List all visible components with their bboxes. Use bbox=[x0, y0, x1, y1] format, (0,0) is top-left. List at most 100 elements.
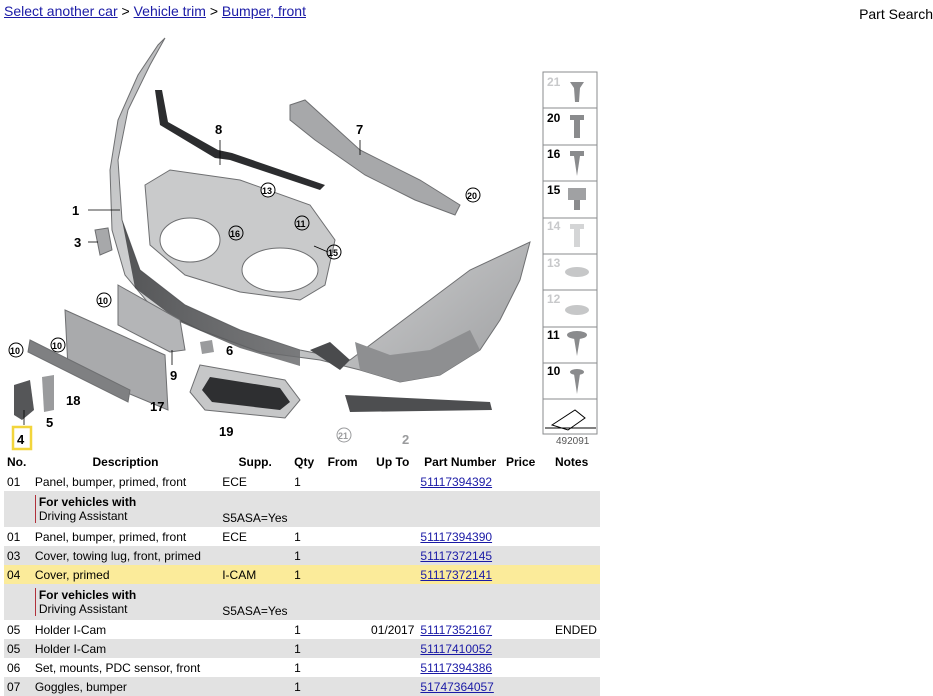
cell-qty: 1 bbox=[291, 565, 325, 584]
callout-9[interactable]: 9 bbox=[170, 368, 177, 383]
cell-upto bbox=[368, 527, 418, 546]
col-price: Price bbox=[502, 452, 552, 472]
cell-no: 01 bbox=[4, 471, 32, 491]
cell-price bbox=[502, 565, 552, 584]
cell-description: Cover, towing lug, front, primed bbox=[31, 546, 220, 565]
part-search-link[interactable]: Part Search bbox=[859, 6, 933, 22]
callout-20[interactable]: 20 bbox=[467, 191, 477, 201]
cell-price bbox=[502, 639, 552, 658]
breadcrumb-select-car-link[interactable]: Select another car bbox=[4, 3, 118, 19]
legend-13: 13 bbox=[547, 256, 561, 270]
fastener-legend: 21 20 16 15 14 13 12 11 10 bbox=[542, 71, 598, 435]
breadcrumb: Select another car > Vehicle trim > Bump… bbox=[4, 3, 306, 19]
col-qty: Qty bbox=[291, 452, 325, 472]
cell-supp bbox=[219, 620, 292, 639]
cell-from bbox=[324, 620, 369, 639]
cell-notes bbox=[551, 658, 600, 677]
cell-price bbox=[502, 546, 552, 565]
image-number: 492091 bbox=[556, 436, 590, 447]
cell-price bbox=[502, 471, 552, 491]
callout-7[interactable]: 7 bbox=[356, 122, 363, 137]
part-number-link[interactable]: 51117394392 bbox=[420, 475, 492, 489]
breadcrumb-separator: > bbox=[121, 3, 130, 19]
callout-15[interactable]: 15 bbox=[328, 248, 338, 258]
cell-qty: 1 bbox=[291, 658, 325, 677]
cell-upto bbox=[368, 546, 418, 565]
legend-21: 21 bbox=[547, 75, 561, 89]
callout-10b[interactable]: 10 bbox=[52, 341, 62, 351]
cell-notes bbox=[551, 677, 600, 696]
breadcrumb-bumper-front-link[interactable]: Bumper, front bbox=[222, 3, 306, 19]
callout-18[interactable]: 18 bbox=[66, 393, 80, 408]
callout-10c[interactable]: 10 bbox=[10, 346, 20, 356]
cell-qty: 1 bbox=[291, 546, 325, 565]
part-number-link[interactable]: 51747364057 bbox=[420, 680, 493, 694]
cell-no: 04 bbox=[4, 565, 32, 584]
cell-qty: 1 bbox=[291, 620, 325, 639]
callout-4[interactable]: 4 bbox=[17, 432, 25, 447]
cell-price bbox=[502, 620, 552, 639]
legend-11: 11 bbox=[547, 328, 560, 342]
part-number-link[interactable]: 51117372141 bbox=[420, 568, 492, 582]
part-number-link[interactable]: 51117410052 bbox=[420, 642, 492, 656]
cell-from bbox=[324, 565, 369, 584]
pdc-mount bbox=[200, 340, 214, 354]
parts-diagram: 1 2 3 4 5 6 7 8 9 10 10 10 11 13 15 16 1… bbox=[8, 37, 598, 451]
cell-description: Goggles, bumper bbox=[31, 677, 220, 696]
callout-1[interactable]: 1 bbox=[72, 203, 79, 218]
callout-11[interactable]: 11 bbox=[296, 219, 306, 229]
callout-10a[interactable]: 10 bbox=[98, 296, 108, 306]
cell-upto: 01/2017 bbox=[368, 620, 418, 639]
breadcrumb-vehicle-trim-link[interactable]: Vehicle trim bbox=[134, 3, 206, 19]
part-number-link[interactable]: 51117372145 bbox=[420, 549, 492, 563]
col-description: Description bbox=[31, 452, 220, 472]
cell-qty: 1 bbox=[291, 471, 325, 491]
cell-supp bbox=[219, 639, 292, 658]
cell-upto bbox=[368, 471, 418, 491]
part-number-link[interactable]: 51117352167 bbox=[420, 623, 492, 637]
table-row[interactable]: 07 Goggles, bumper 1 51747364057 bbox=[4, 677, 600, 696]
callout-17[interactable]: 17 bbox=[150, 399, 164, 414]
table-row[interactable]: 05 Holder I-Cam 1 01/2017 51117352167 EN… bbox=[4, 620, 600, 639]
cell-price bbox=[502, 527, 552, 546]
breadcrumb-separator: > bbox=[209, 3, 219, 19]
legend-10: 10 bbox=[547, 364, 561, 378]
part-number-link[interactable]: 51117394390 bbox=[420, 530, 492, 544]
callout-5[interactable]: 5 bbox=[46, 415, 53, 430]
table-row[interactable]: 01 Panel, bumper, primed, front ECE 1 51… bbox=[4, 527, 600, 546]
cell-description: Panel, bumper, primed, front bbox=[31, 527, 220, 546]
cell-supp: ECE bbox=[219, 527, 292, 546]
table-row-highlighted[interactable]: 04 Cover, primed I-CAM 1 51117372141 bbox=[4, 565, 600, 584]
callout-16[interactable]: 16 bbox=[230, 229, 240, 239]
cell-from bbox=[324, 639, 369, 658]
callout-3[interactable]: 3 bbox=[74, 235, 81, 250]
table-note-row: For vehicles with Driving Assistant S5ASA… bbox=[4, 491, 600, 527]
callout-6[interactable]: 6 bbox=[226, 343, 233, 358]
table-row[interactable]: 05 Holder I-Cam 1 51117410052 bbox=[4, 639, 600, 658]
callout-8[interactable]: 8 bbox=[215, 122, 222, 137]
part-number-link[interactable]: 51117394386 bbox=[420, 661, 492, 675]
col-upto: Up To bbox=[368, 452, 418, 472]
cell-price bbox=[502, 658, 552, 677]
callout-21[interactable]: 21 bbox=[338, 431, 348, 441]
carrier-bracket bbox=[289, 99, 461, 216]
cell-from bbox=[324, 546, 369, 565]
cell-notes bbox=[551, 546, 600, 565]
cell-supp bbox=[219, 546, 292, 565]
callout-13[interactable]: 13 bbox=[262, 186, 272, 196]
cell-description: Cover, primed bbox=[31, 565, 220, 584]
table-row[interactable]: 06 Set, mounts, PDC sensor, front 1 5111… bbox=[4, 658, 600, 677]
callout-2[interactable]: 2 bbox=[402, 432, 409, 447]
col-no: No. bbox=[4, 452, 32, 472]
callout-19[interactable]: 19 bbox=[219, 424, 233, 439]
table-row[interactable]: 03 Cover, towing lug, front, primed 1 51… bbox=[4, 546, 600, 565]
cell-qty: 1 bbox=[291, 639, 325, 658]
cell-qty: 1 bbox=[291, 677, 325, 696]
cell-description: Holder I-Cam bbox=[31, 620, 220, 639]
table-row[interactable]: 01 Panel, bumper, primed, front ECE 1 51… bbox=[4, 471, 600, 491]
cell-from bbox=[324, 471, 369, 491]
cell-description: Panel, bumper, primed, front bbox=[31, 471, 220, 491]
cell-no: 07 bbox=[4, 677, 32, 696]
cell-notes: ENDED bbox=[551, 620, 600, 639]
cell-description: Set, mounts, PDC sensor, front bbox=[31, 658, 220, 677]
